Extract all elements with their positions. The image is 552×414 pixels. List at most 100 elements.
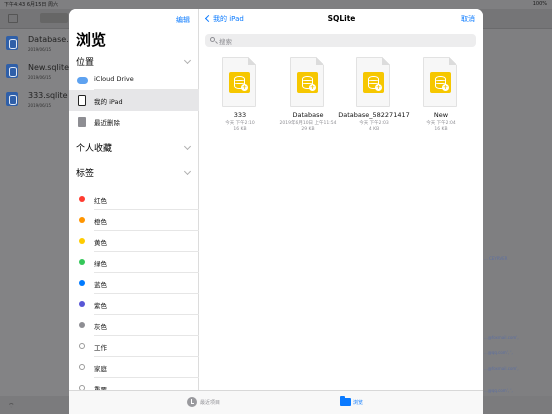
background-code-line: ... CEYRVER: [484, 256, 508, 261]
file-size: 4 KB: [368, 127, 380, 132]
background-sidebar: Database.sqlite 2019/06/15 New.sqlite 20…: [0, 29, 90, 404]
page-title: SQLite: [327, 14, 356, 23]
compose-icon: [8, 14, 18, 23]
file-size: 16 KB: [434, 127, 448, 132]
main-pane: 我的 iPad SQLite 取消 搜索 +333 今天 下午2:10 16 KB +…: [200, 9, 483, 390]
folder-icon: [340, 396, 351, 406]
sidebar-item-my-ipad[interactable]: 我的 iPad: [69, 90, 199, 111]
tag-dot-icon: [79, 280, 85, 286]
database-file-icon: [6, 36, 18, 50]
sidebar-item-label: 蓝色: [94, 281, 107, 289]
ipad-icon: [78, 95, 86, 106]
status-time: 下午4:43: [4, 2, 26, 8]
background-file-item: Database.sqlite 2019/06/15: [6, 33, 90, 59]
background-file-name: New.sqlite: [28, 63, 70, 72]
sidebar-item-tag[interactable]: 工作: [69, 336, 199, 357]
sidebar-item-tag[interactable]: 绿色: [69, 252, 199, 273]
chevron-down-icon: [183, 56, 192, 65]
file-size: 29 KB: [301, 127, 315, 132]
background-code-line: ...@qq.com', ',: [484, 388, 513, 393]
sidebar-item-label: 红色: [94, 197, 107, 205]
search-field[interactable]: 搜索: [205, 34, 476, 47]
database-icon: +: [430, 72, 451, 93]
tab-browse-label: 浏览: [353, 400, 364, 406]
plus-icon: +: [309, 84, 316, 91]
chevron-down-icon: [183, 142, 192, 151]
sidebar-item-tag[interactable]: 蓝色: [69, 273, 199, 294]
wifi-icon: ⌔: [8, 402, 15, 410]
status-time-date: 下午4:43 6月15日 周六: [4, 1, 58, 8]
sidebar-item-recently-deleted[interactable]: 最近删除: [69, 111, 199, 132]
database-icon: +: [297, 72, 318, 93]
tag-dot-icon: [79, 364, 85, 370]
tag-dot-icon: [79, 301, 85, 307]
tag-dot-icon: [79, 343, 85, 349]
edit-button[interactable]: 编辑: [176, 15, 190, 25]
background-code-line: ...@foxmail.com',: [484, 335, 519, 340]
status-bar: 下午4:43 6月15日 周六 100%: [0, 0, 552, 9]
sidebar-item-tag[interactable]: 红色: [69, 189, 199, 210]
file-size: 16 KB: [233, 127, 247, 132]
browse-sidebar: 编辑 浏览 位置 iCloud Drive 我的 iPad 最近删除 个人收藏 …: [69, 9, 199, 399]
sidebar-item-label: 我的 iPad: [94, 98, 123, 106]
section-favorites-label: 个人收藏: [76, 144, 113, 154]
navigation-bar: 我的 iPad SQLite 取消: [200, 9, 483, 33]
file-item[interactable]: + Database_582271417 今天 下午2:03 4 KB: [338, 57, 410, 147]
document-icon: +: [290, 57, 324, 107]
section-tags-label: 标签: [76, 169, 95, 179]
trash-icon: [78, 117, 86, 127]
clock-icon: [187, 397, 197, 407]
sidebar-item-label: 黄色: [94, 239, 107, 247]
section-locations[interactable]: 位置: [76, 55, 192, 69]
tag-dot-icon: [79, 196, 85, 202]
tag-dot-icon: [79, 238, 85, 244]
sidebar-item-label: iCloud Drive: [94, 75, 134, 83]
database-file-icon: [6, 92, 18, 106]
background-file-item: 333.sqlite 2019/06/15: [6, 89, 72, 115]
sidebar-item-tag[interactable]: 家庭: [69, 357, 199, 378]
document-icon: +: [356, 57, 390, 107]
section-locations-label: 位置: [76, 58, 95, 68]
database-icon: +: [229, 72, 250, 93]
status-battery: 100%: [532, 1, 547, 7]
plus-icon: +: [442, 84, 449, 91]
tag-dot-icon: [79, 217, 85, 223]
file-item[interactable]: + New 今天 下午2:04 16 KB: [405, 57, 477, 147]
tab-bar: 最近项目 浏览: [69, 390, 483, 414]
background-file-item: New.sqlite 2019/06/15: [6, 61, 72, 87]
plus-icon: +: [375, 84, 382, 91]
tag-dot-icon: [79, 259, 85, 265]
document-icon: +: [222, 57, 256, 107]
tab-browse[interactable]: 浏览: [340, 396, 380, 409]
background-file-name: 333.sqlite: [28, 91, 68, 100]
sidebar-item-tag[interactable]: 灰色: [69, 315, 199, 336]
section-tags[interactable]: 标签: [76, 166, 192, 180]
background-tab-chip: [40, 13, 68, 23]
tab-recents-label: 最近项目: [200, 400, 221, 406]
sidebar-title: 浏览: [76, 31, 107, 49]
chevron-down-icon: [183, 167, 192, 176]
database-file-icon: [6, 64, 18, 78]
cloud-icon: [77, 77, 88, 84]
sidebar-item-label: 家庭: [94, 365, 107, 373]
document-browser: 编辑 浏览 位置 iCloud Drive 我的 iPad 最近删除 个人收藏 …: [69, 9, 483, 414]
background-file-date: 2019/06/15: [28, 47, 52, 52]
sidebar-item-label: 绿色: [94, 260, 107, 268]
section-favorites[interactable]: 个人收藏: [76, 141, 192, 155]
background-file-date: 2019/06/15: [28, 103, 52, 108]
tab-recents[interactable]: 最近项目: [187, 397, 237, 409]
sidebar-item-tag[interactable]: 橙色: [69, 210, 199, 231]
cancel-button[interactable]: 取消: [461, 14, 475, 24]
sidebar-item-icloud-drive[interactable]: iCloud Drive: [69, 69, 199, 90]
sidebar-item-tag[interactable]: 紫色: [69, 294, 199, 315]
file-item[interactable]: + Database 2019年6月10日 上午11:54 29 KB: [272, 57, 344, 147]
search-icon: [210, 37, 215, 42]
file-item[interactable]: +333 今天 下午2:10 16 KB: [204, 57, 276, 147]
sidebar-item-label: 橙色: [94, 218, 107, 226]
sidebar-item-tag[interactable]: 黄色: [69, 231, 199, 252]
sidebar-item-label: 最近删除: [94, 119, 120, 127]
background-code-line: ...@foxmail.com',: [484, 366, 519, 371]
status-date: 6月15日 周六: [26, 2, 58, 8]
background-file-date: 2019/06/15: [28, 75, 52, 80]
background-code-line: ...@qq.com', ',: [484, 350, 513, 355]
